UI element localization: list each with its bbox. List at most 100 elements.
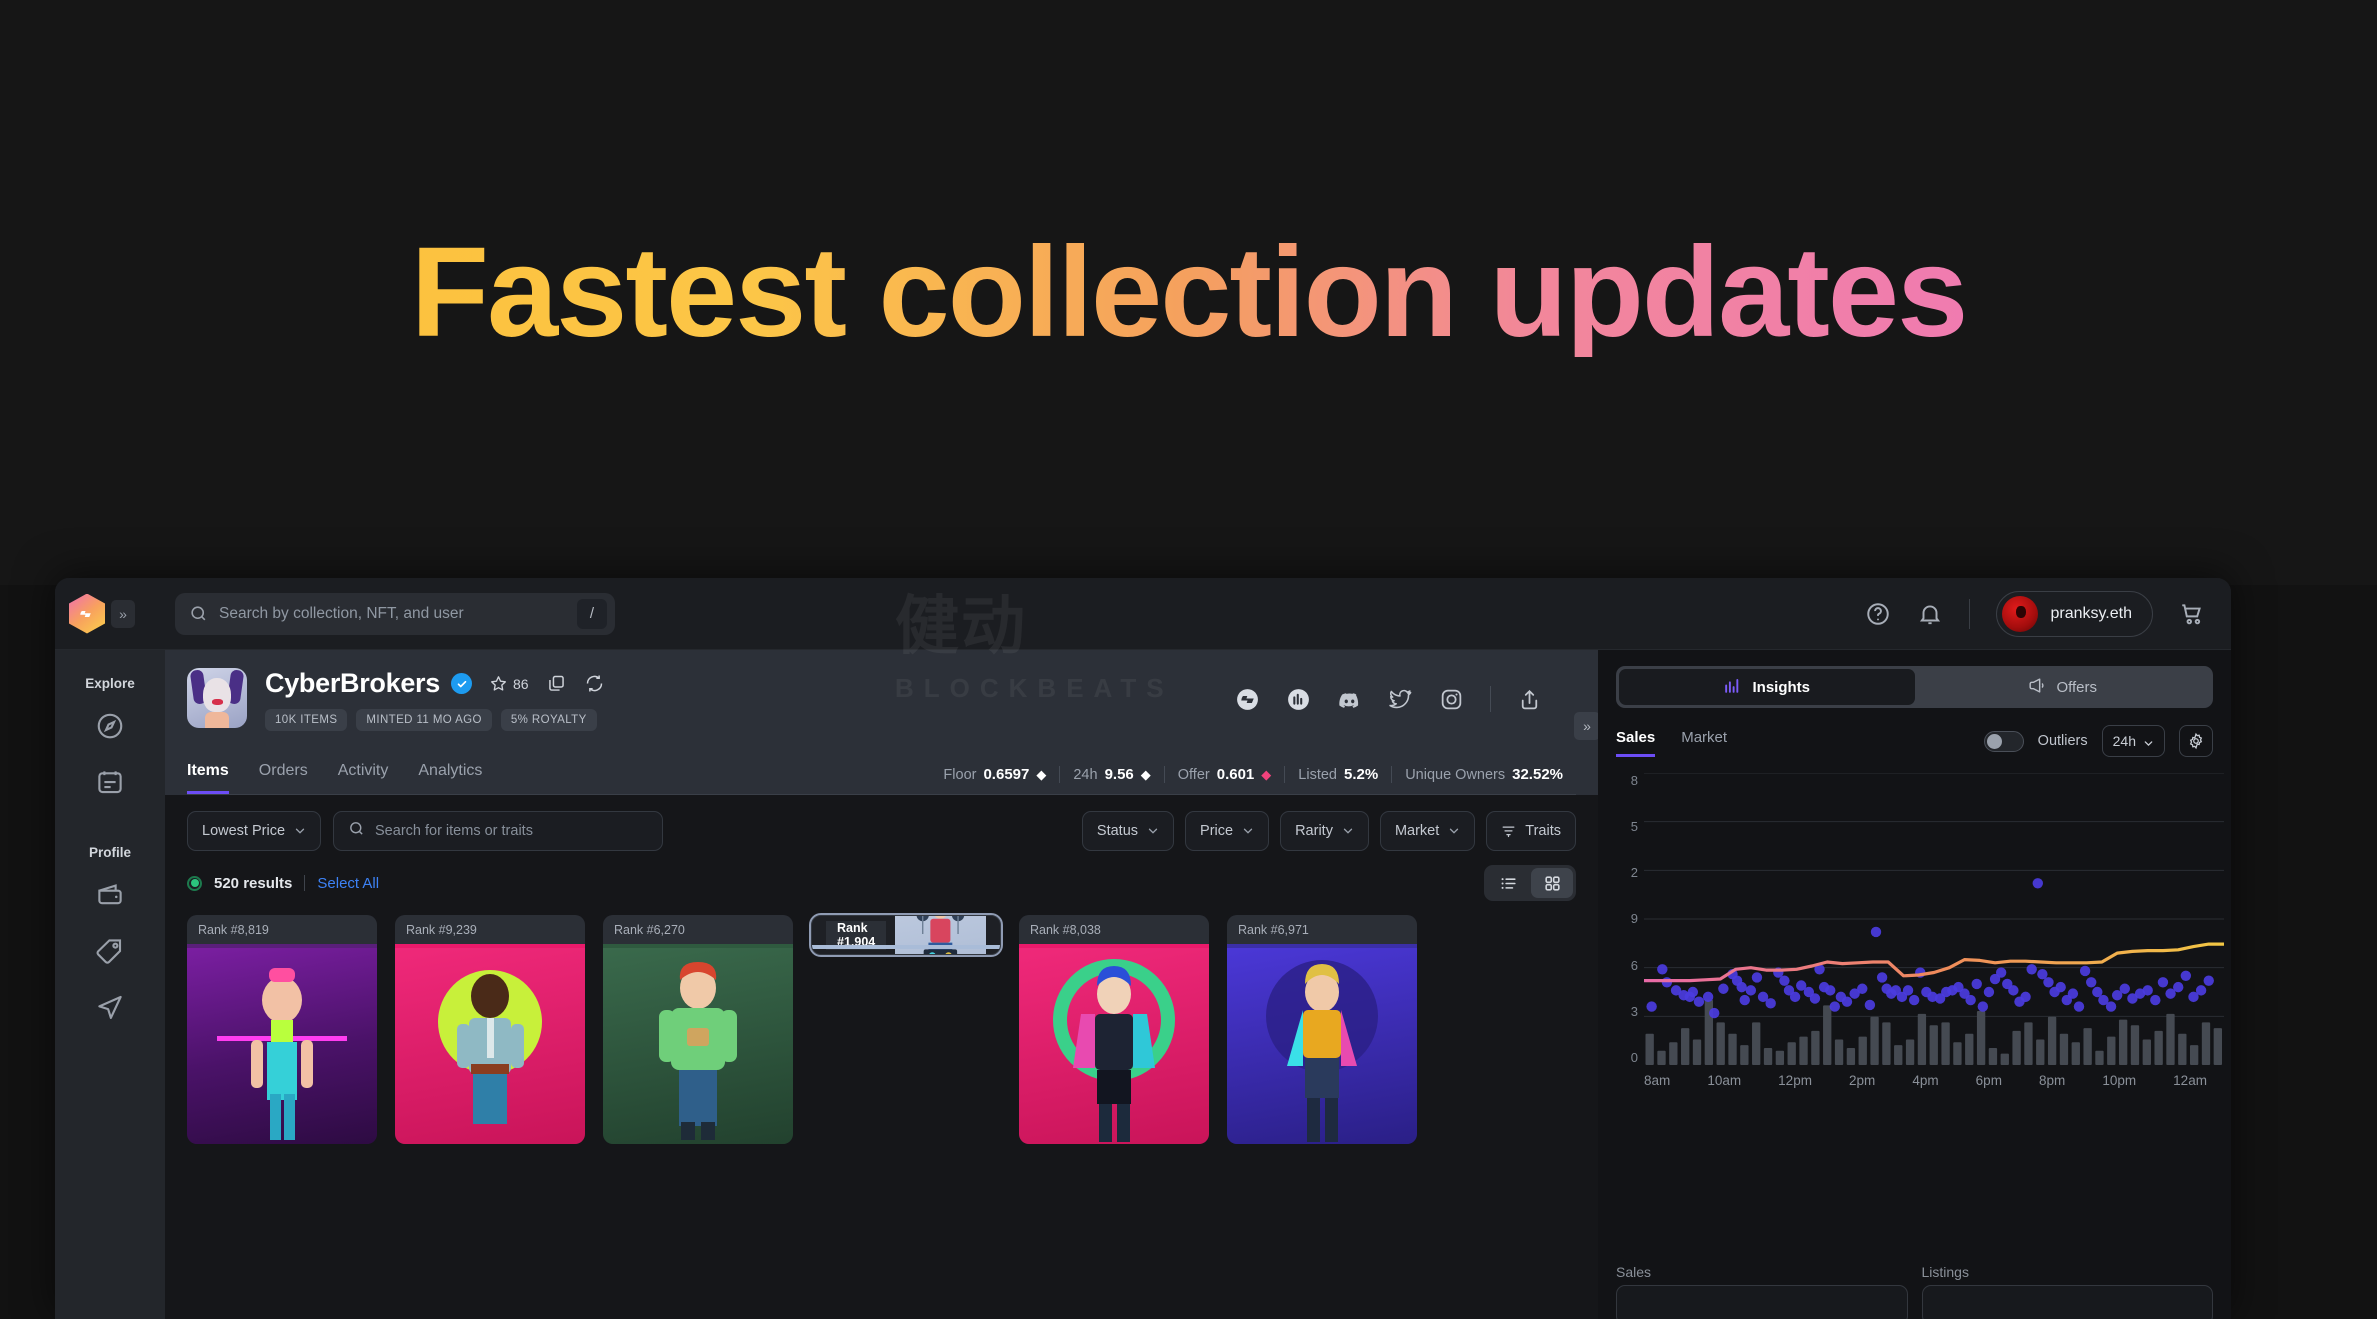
nft-card-selected[interactable]: Rank #1,904	[809, 913, 1003, 957]
traits-filter-button[interactable]: Traits	[1486, 811, 1576, 851]
nft-accent-bar	[812, 945, 1000, 949]
notifications-bell-icon[interactable]	[1917, 601, 1943, 627]
avatar	[2002, 595, 2039, 632]
wallet-icon[interactable]	[95, 880, 125, 910]
sort-dropdown[interactable]: Lowest Price	[187, 811, 322, 851]
stats-icon[interactable]	[1286, 687, 1311, 712]
nft-accent-bar	[187, 944, 377, 948]
bar-chart-icon	[1723, 676, 1742, 699]
list-view-button[interactable]	[1487, 868, 1529, 898]
help-icon[interactable]	[1865, 601, 1891, 627]
refresh-icon[interactable]	[584, 673, 605, 694]
stat-offer-label: Offer	[1177, 766, 1210, 783]
main-content: CyberBrokers 86 10K ITEMS MINTED 11 MO A…	[165, 650, 1598, 1319]
tab-orders[interactable]: Orders	[259, 762, 308, 794]
price-filter[interactable]: Price	[1185, 811, 1270, 851]
chart-settings-button[interactable]	[2179, 725, 2213, 757]
market-filter[interactable]: Market	[1379, 811, 1476, 851]
traits-filter-label: Traits	[1525, 823, 1561, 839]
sort-dropdown-label: Lowest Price	[202, 823, 286, 839]
x-tick: 10pm	[2102, 1073, 2137, 1088]
twitter-icon[interactable]	[1388, 687, 1413, 712]
tab-activity[interactable]: Activity	[338, 762, 389, 794]
chevron-down-icon	[1242, 825, 1254, 837]
time-range-dropdown[interactable]: 24h	[2101, 725, 2165, 757]
user-account-pill[interactable]: pranksy.eth	[1996, 590, 2153, 637]
stat-listed: Listed 5.2%	[1285, 766, 1391, 783]
x-tick: 4pm	[1912, 1073, 1939, 1088]
nft-card[interactable]: Rank #9,239 Ivis Woodsy	[395, 915, 585, 1144]
nft-card-header: Rank #6,971	[1227, 915, 1417, 944]
search-icon	[189, 604, 208, 623]
calendar-icon[interactable]	[95, 767, 125, 797]
stat-listed-value: 5.2%	[1343, 766, 1379, 783]
topbar-divider	[1969, 598, 1971, 629]
x-tick: 12pm	[1778, 1073, 1812, 1088]
status-filter-label: Status	[1096, 823, 1139, 839]
tab-analytics[interactable]: Analytics	[418, 762, 482, 794]
eth-symbol-icon: ◆	[1261, 766, 1272, 782]
global-search-input[interactable]	[219, 604, 566, 623]
nft-rank: Rank #8,819	[198, 922, 269, 937]
collection-tabs: Items Orders Activity Analytics Floor 0.…	[187, 747, 1576, 795]
footer-listings-card[interactable]	[1921, 1285, 2213, 1319]
item-search[interactable]	[333, 811, 664, 851]
eth-symbol-icon: ◆	[1140, 766, 1151, 782]
cart-icon[interactable]	[2179, 601, 2205, 627]
insights-segmented-control: Insights Offers	[1616, 666, 2213, 708]
status-filter[interactable]: Status	[1081, 811, 1175, 851]
sidebar-section-explore-label: Explore	[85, 676, 135, 691]
x-tick: 6pm	[1975, 1073, 2002, 1088]
nft-card[interactable]: Rank #8,038 Tyro	[1019, 915, 1209, 1144]
outliers-toggle[interactable]	[1983, 730, 2024, 752]
badge-minted: MINTED 11 MO AGO	[356, 709, 492, 731]
segment-insights[interactable]: Insights	[1619, 669, 1915, 705]
instagram-icon[interactable]	[1439, 687, 1464, 712]
nft-card[interactable]: Rank #6,971 Scene	[1227, 915, 1417, 1144]
collection-header: CyberBrokers 86 10K ITEMS MINTED 11 MO A…	[165, 650, 1598, 795]
share-icon[interactable]	[1517, 687, 1542, 712]
results-bar: 520 results Select All	[165, 851, 1598, 901]
nft-accent-bar	[603, 944, 793, 948]
eth-symbol-icon: ◆	[1036, 766, 1047, 782]
tag-icon[interactable]	[95, 936, 125, 966]
nft-image	[395, 944, 585, 1144]
insights-panel-toggle[interactable]: »	[1574, 712, 1598, 740]
item-search-input[interactable]	[375, 823, 649, 839]
results-count: 520 results	[214, 874, 293, 892]
send-icon[interactable]	[95, 992, 125, 1022]
stat-offer: Offer 0.601 ◆	[1165, 766, 1285, 783]
tab-items[interactable]: Items	[187, 762, 229, 794]
favorite-count-button[interactable]: 86	[489, 674, 529, 693]
grid-view-button[interactable]	[1531, 868, 1573, 898]
nft-card[interactable]: Rank #6,270 Hoyt	[603, 915, 793, 1144]
x-tick: 12am	[2173, 1073, 2207, 1088]
x-tick: 2pm	[1849, 1073, 1876, 1088]
copy-icon[interactable]	[546, 673, 567, 694]
nft-card-header: Rank #6,270	[603, 915, 793, 944]
stat-24h: 24h 9.56 ◆	[1060, 766, 1163, 783]
rarity-filter[interactable]: Rarity	[1280, 811, 1369, 851]
select-all-button[interactable]: Select All	[317, 875, 379, 892]
subtab-sales[interactable]: Sales	[1616, 729, 1656, 757]
subtab-market[interactable]: Market	[1681, 729, 1727, 757]
global-search[interactable]: /	[175, 592, 615, 635]
stat-24h-label: 24h	[1073, 766, 1098, 783]
opensea-logo-icon[interactable]	[69, 593, 105, 634]
nft-card-header: Rank #9,239	[395, 915, 585, 944]
compass-icon[interactable]	[95, 711, 125, 741]
insights-footer: Sales Listings	[1616, 1264, 2213, 1319]
sidebar-collapse-button[interactable]: »	[111, 599, 135, 628]
chart-y-axis: 8 5 2 9 6 3 0	[1604, 773, 1638, 1065]
x-tick: 8pm	[2039, 1073, 2066, 1088]
discord-icon[interactable]	[1337, 687, 1362, 712]
footer-sales-card[interactable]	[1616, 1285, 1908, 1319]
rarity-filter-label: Rarity	[1295, 823, 1333, 839]
footer-listings-block: Listings	[1921, 1264, 2213, 1319]
opensea-icon[interactable]	[1235, 687, 1260, 712]
filter-bar: Lowest Price Status Price	[165, 795, 1598, 851]
segment-offers[interactable]: Offers	[1915, 669, 2211, 705]
nft-card[interactable]: Rank #8,819 Crypt	[187, 915, 377, 1144]
y-tick: 8	[1630, 773, 1638, 788]
stat-offer-value: 0.601	[1216, 766, 1255, 783]
